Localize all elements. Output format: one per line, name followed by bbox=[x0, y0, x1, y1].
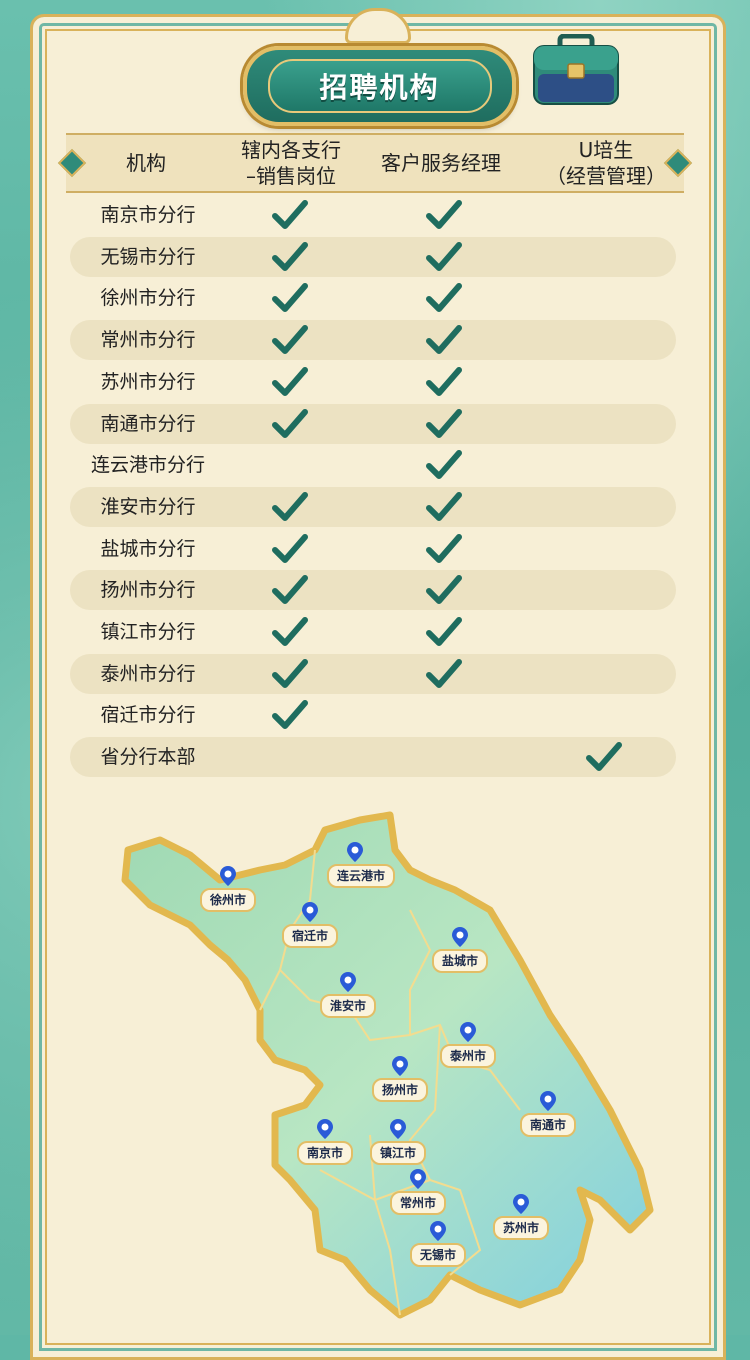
table-row: 淮安市分行 bbox=[70, 486, 676, 527]
map-pin-icon bbox=[540, 1091, 556, 1111]
row-org-name: 苏州市分行 bbox=[100, 370, 196, 393]
row-org-name: 南京市分行 bbox=[100, 204, 196, 226]
check-icon bbox=[272, 366, 308, 398]
map-pin-icon bbox=[340, 972, 356, 992]
map-city-label: 盐城市 bbox=[432, 949, 489, 973]
row-org-name: 无锡市分行 bbox=[100, 245, 196, 268]
check-icon bbox=[426, 241, 462, 273]
map-pin-icon bbox=[452, 927, 468, 947]
table-row: 镇江市分行 bbox=[70, 612, 676, 652]
check-icon bbox=[272, 282, 308, 314]
province-map-outline bbox=[121, 811, 654, 1319]
column-header-sales-line1: 辖内各支行 bbox=[241, 138, 341, 162]
column-header-org-label: 机构 bbox=[126, 151, 166, 175]
table-row: 泰州市分行 bbox=[70, 653, 676, 694]
column-header-csm-label: 客户服务经理 bbox=[381, 151, 501, 175]
check-icon bbox=[272, 658, 308, 690]
table-row: 常州市分行 bbox=[70, 320, 676, 361]
row-org-name: 徐州市分行 bbox=[100, 287, 196, 310]
check-icon bbox=[426, 408, 462, 440]
table-row: 省分行本部 bbox=[70, 737, 676, 778]
table-row: 扬州市分行 bbox=[70, 570, 676, 611]
map-pin-icon bbox=[220, 866, 236, 886]
table-row: 无锡市分行 bbox=[70, 236, 676, 277]
column-header-u: U培生 （经营管理） bbox=[526, 135, 686, 191]
map-city-label: 无锡市 bbox=[410, 1243, 467, 1267]
check-icon bbox=[426, 366, 462, 398]
map-city-label: 徐州市 bbox=[200, 888, 257, 912]
check-icon bbox=[272, 199, 308, 231]
check-icon bbox=[426, 616, 462, 648]
check-icon bbox=[272, 241, 308, 273]
row-org-name: 淮安市分行 bbox=[100, 495, 196, 518]
row-org-name: 扬州市分行 bbox=[100, 579, 196, 602]
check-icon bbox=[426, 449, 462, 481]
page-title: 招聘机构 bbox=[267, 59, 492, 113]
row-org-name: 常州市分行 bbox=[100, 329, 196, 352]
map-city-label: 苏州市 bbox=[493, 1216, 550, 1240]
map-pin-icon bbox=[460, 1022, 476, 1042]
map-pin-icon bbox=[317, 1119, 333, 1139]
table-row: 徐州市分行 bbox=[70, 278, 676, 318]
column-header-u-line1: U培生 bbox=[578, 138, 634, 162]
check-icon bbox=[426, 324, 462, 356]
map-pin-icon bbox=[390, 1119, 406, 1139]
table-header: 机构 辖内各支行 –销售岗位 客户服务经理 U培生 （经营管理） bbox=[66, 133, 684, 193]
jiangsu-map: 徐州市 连云港市宿迁市盐城市淮安市泰州市 扬州市南通市南京市 镇江市常州市苏州市无锡市 bbox=[110, 810, 670, 1335]
check-icon bbox=[272, 408, 308, 440]
row-org-name: 镇江市分行 bbox=[100, 621, 196, 643]
row-org-name: 南通市分行 bbox=[100, 412, 196, 435]
row-org-name: 泰州市分行 bbox=[100, 662, 196, 685]
map-city-label: 连云港市 bbox=[327, 864, 396, 888]
check-icon bbox=[272, 533, 308, 565]
map-city-label: 南京市 bbox=[297, 1141, 354, 1165]
check-icon bbox=[426, 491, 462, 523]
check-icon bbox=[426, 282, 462, 314]
table-row: 南京市分行 bbox=[70, 195, 676, 235]
table-row: 南通市分行 bbox=[70, 403, 676, 444]
column-header-sales: 辖内各支行 –销售岗位 bbox=[226, 135, 356, 191]
check-icon bbox=[586, 741, 622, 773]
check-icon bbox=[272, 699, 308, 731]
map-pin-icon bbox=[430, 1221, 446, 1241]
map-city-label: 扬州市 bbox=[372, 1078, 429, 1102]
check-icon bbox=[272, 491, 308, 523]
check-icon bbox=[272, 324, 308, 356]
map-city-label: 宿迁市 bbox=[282, 924, 339, 948]
check-icon bbox=[426, 533, 462, 565]
map-pin-icon bbox=[513, 1194, 529, 1214]
check-icon bbox=[272, 616, 308, 648]
column-header-csm: 客户服务经理 bbox=[371, 135, 511, 191]
row-org-name: 宿迁市分行 bbox=[100, 704, 196, 727]
column-header-sales-line2: –销售岗位 bbox=[246, 164, 336, 188]
title-plaque: 招聘机构 bbox=[243, 46, 516, 126]
check-icon bbox=[426, 658, 462, 690]
map-city-label: 常州市 bbox=[390, 1191, 447, 1215]
table-row: 宿迁市分行 bbox=[70, 695, 676, 735]
map-city-label: 镇江市 bbox=[370, 1141, 427, 1165]
column-header-u-line2: （经营管理） bbox=[546, 164, 666, 188]
map-pin-icon bbox=[302, 902, 318, 922]
row-org-name: 盐城市分行 bbox=[100, 537, 196, 560]
table-row: 苏州市分行 bbox=[70, 362, 676, 402]
check-icon bbox=[272, 574, 308, 606]
map-pin-icon bbox=[410, 1169, 426, 1189]
map-pin-icon bbox=[392, 1056, 408, 1076]
column-header-org: 机构 bbox=[66, 135, 226, 191]
briefcase-icon bbox=[533, 34, 619, 105]
map-city-label: 淮安市 bbox=[320, 994, 377, 1018]
check-icon bbox=[426, 199, 462, 231]
map-city-label: 泰州市 bbox=[440, 1044, 497, 1068]
table-row: 盐城市分行 bbox=[70, 529, 676, 569]
check-icon bbox=[426, 574, 462, 606]
row-org-name: 连云港市分行 bbox=[90, 454, 205, 477]
map-pin-icon bbox=[347, 842, 363, 862]
row-org-name: 省分行本部 bbox=[100, 746, 196, 769]
table-row: 连云港市分行 bbox=[70, 445, 676, 485]
map-city-label: 南通市 bbox=[520, 1113, 577, 1137]
